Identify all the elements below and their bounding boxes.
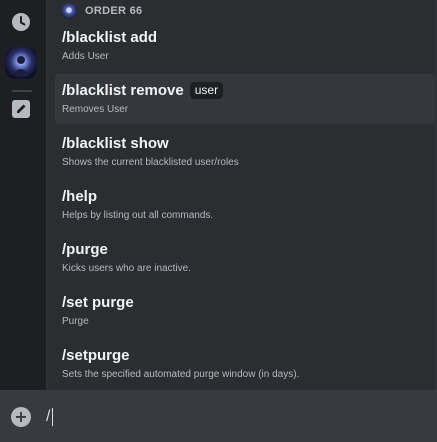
- command-name: /help: [62, 188, 98, 205]
- command-name: /setpurge: [62, 347, 130, 364]
- command-item-set-purge[interactable]: /set purge Purge: [55, 286, 435, 336]
- rail-divider: [12, 90, 32, 92]
- command-item-setpurge[interactable]: /setpurge Sets the specified automated p…: [55, 339, 435, 389]
- message-composer: + /: [0, 390, 437, 442]
- command-name: /set purge: [62, 294, 134, 311]
- command-description: Removes User: [62, 104, 129, 115]
- command-description: Sets the specified automated purge windo…: [62, 369, 300, 380]
- server-avatar[interactable]: [4, 46, 38, 80]
- message-input[interactable]: /: [46, 406, 54, 428]
- command-name: /blacklist add: [62, 29, 158, 46]
- bot-avatar: [61, 3, 77, 19]
- command-name: /blacklist show: [62, 135, 169, 152]
- command-description: Shows the current blacklisted user/roles: [62, 157, 239, 168]
- bot-header: ORDER 66: [61, 3, 142, 19]
- pencil-icon[interactable]: [8, 96, 34, 122]
- command-autocomplete-panel: ORDER 66 /blacklist add Adds User /black…: [47, 0, 435, 390]
- command-item-blacklist-add[interactable]: /blacklist add Adds User: [55, 21, 435, 71]
- text-caret: [52, 408, 54, 426]
- command-description: Kicks users who are inactive.: [62, 263, 191, 274]
- command-description: Purge: [62, 316, 89, 327]
- command-name: /purge: [62, 241, 108, 258]
- command-item-blacklist-show[interactable]: /blacklist show Shows the current blackl…: [55, 127, 435, 177]
- message-input-value: /: [46, 408, 51, 425]
- recent-clock-icon[interactable]: [8, 9, 34, 35]
- command-item-blacklist-remove[interactable]: /blacklist remove user Removes User: [55, 74, 435, 124]
- command-option-chip: user: [189, 82, 224, 99]
- command-name: /blacklist remove: [62, 82, 184, 99]
- command-description: Adds User: [62, 51, 109, 62]
- command-item-purge[interactable]: /purge Kicks users who are inactive.: [55, 233, 435, 283]
- server-rail: [0, 0, 46, 390]
- plus-circle-icon[interactable]: +: [11, 407, 31, 427]
- bot-name: ORDER 66: [85, 5, 143, 17]
- command-item-help[interactable]: /help Helps by listing out all commands.: [55, 180, 435, 230]
- command-description: Helps by listing out all commands.: [62, 210, 214, 221]
